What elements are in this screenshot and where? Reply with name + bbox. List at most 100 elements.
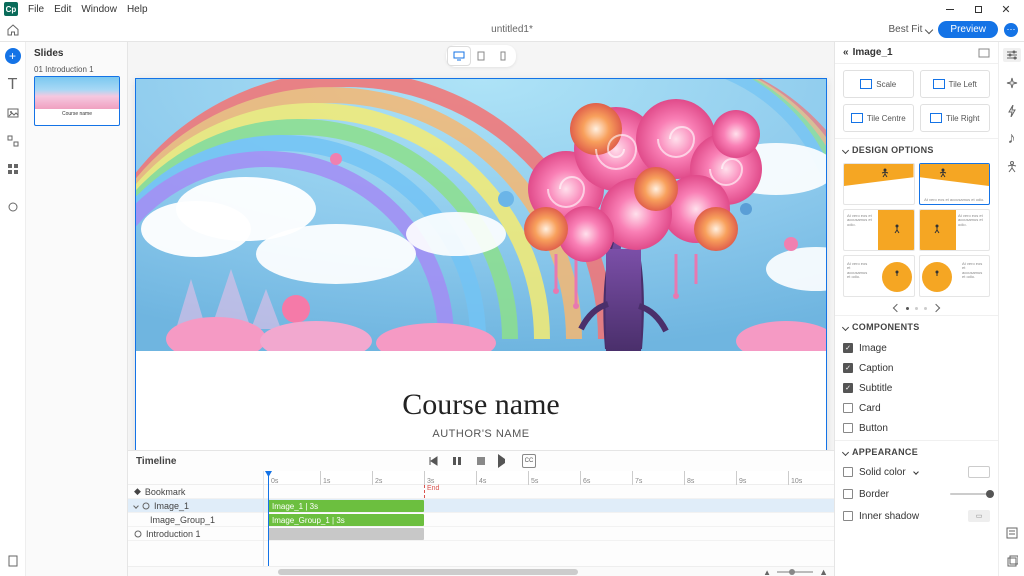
add-button[interactable]: +: [5, 48, 21, 64]
timeline-scrollbar[interactable]: ▲ ▲: [128, 566, 834, 576]
design-option[interactable]: [843, 163, 915, 205]
timeline-clip[interactable]: Image_1 | 3s: [268, 500, 424, 512]
component-toggle[interactable]: ✓Subtitle: [843, 378, 990, 398]
playhead[interactable]: [268, 471, 269, 566]
figure-icon: [932, 224, 942, 234]
component-toggle[interactable]: Card: [843, 398, 990, 418]
text-tool[interactable]: T: [6, 78, 20, 92]
mobile-view[interactable]: [492, 47, 514, 65]
replace-image-icon[interactable]: [978, 48, 990, 58]
design-option[interactable]: At vero eos et accusamus et odio.: [919, 209, 991, 251]
person-icon: [1007, 161, 1017, 173]
zoom-out-icon[interactable]: ▲: [763, 568, 771, 576]
components-header[interactable]: COMPONENTS: [835, 315, 998, 336]
figure-icon: [938, 168, 948, 178]
appearance-header[interactable]: APPEARANCE: [835, 440, 998, 461]
widgets-tool[interactable]: [6, 162, 20, 176]
accessibility-panel[interactable]: [1005, 160, 1019, 174]
menu-help[interactable]: Help: [127, 4, 148, 15]
shapes-tool[interactable]: [6, 134, 20, 148]
slides-panel: Slides 01 Introduction 1 Course name: [26, 42, 128, 576]
tile-option-right[interactable]: Tile Right: [920, 104, 991, 132]
comments-panel[interactable]: [1005, 526, 1019, 540]
figure-icon: [932, 270, 942, 280]
tablet-view[interactable]: [470, 47, 492, 65]
interactions-panel[interactable]: [1005, 104, 1019, 118]
color-swatch[interactable]: [968, 466, 990, 478]
design-pager[interactable]: [835, 301, 998, 315]
app-logo: Cp: [4, 2, 18, 16]
record-tool[interactable]: [6, 200, 20, 214]
border-row[interactable]: Border: [835, 483, 998, 505]
track-label[interactable]: Image_1: [128, 499, 263, 513]
canvas[interactable]: Course name AUTHOR'S NAME: [128, 70, 834, 450]
top-bar: untitled1* Best Fit Preview ⋯: [0, 18, 1024, 42]
pause-button[interactable]: [450, 454, 464, 468]
library-button[interactable]: [6, 554, 20, 568]
menu-edit[interactable]: Edit: [54, 4, 71, 15]
window-minimize[interactable]: [936, 0, 964, 18]
cc-button[interactable]: CC: [522, 454, 536, 468]
window-close[interactable]: ✕: [992, 0, 1020, 18]
timeline-track[interactable]: Image_Group_1 | 3s: [264, 513, 834, 527]
design-option[interactable]: At vero eos et accusamus et odio.: [919, 163, 991, 205]
track-label[interactable]: Image_Group_1: [128, 513, 263, 527]
chevron-right-icon[interactable]: [932, 304, 940, 312]
timeline-track[interactable]: Image_1 | 3s: [264, 499, 834, 513]
rewind-button[interactable]: [426, 454, 440, 468]
bookmark-track[interactable]: End: [264, 485, 834, 499]
course-title[interactable]: Course name: [402, 388, 559, 422]
device-preview-toggle: [128, 42, 834, 70]
design-options-header[interactable]: DESIGN OPTIONS: [835, 138, 998, 159]
end-marker[interactable]: End: [424, 485, 439, 498]
timeline-clip[interactable]: Image_Group_1 | 3s: [268, 514, 424, 526]
window-maximize[interactable]: [964, 0, 992, 18]
image-icon: [7, 107, 19, 119]
help-panel[interactable]: [1005, 554, 1019, 568]
tile-option-centre[interactable]: Tile Centre: [843, 104, 914, 132]
menu-window[interactable]: Window: [81, 4, 117, 15]
track-label[interactable]: Introduction 1: [128, 527, 263, 541]
slides-panel-title: Slides: [26, 42, 127, 65]
tile-option-left[interactable]: Tile Left: [920, 70, 991, 98]
component-toggle[interactable]: Button: [843, 418, 990, 438]
animation-panel[interactable]: [1005, 76, 1019, 90]
chevron-left-icon[interactable]: [893, 304, 901, 312]
slide-thumbnail-item[interactable]: 01 Introduction 1 Course name: [34, 65, 119, 126]
back-icon[interactable]: «: [843, 47, 849, 58]
slide-hero-image[interactable]: [136, 79, 826, 351]
bookmark-row[interactable]: ◆ Bookmark: [128, 485, 263, 499]
border-slider[interactable]: [950, 493, 990, 495]
timeline-track[interactable]: [264, 527, 834, 541]
checkbox-icon: [843, 403, 853, 413]
home-button[interactable]: [0, 24, 26, 36]
design-option[interactable]: At vero eos et accusamus et odio.: [919, 255, 991, 297]
slide-stage[interactable]: Course name AUTHOR'S NAME: [135, 78, 827, 450]
zoom-in-icon[interactable]: ▲: [819, 567, 828, 576]
properties-toggle[interactable]: [1003, 48, 1021, 62]
stop-button[interactable]: [474, 454, 488, 468]
timeline-clip[interactable]: [268, 528, 424, 540]
solid-color-row[interactable]: Solid color: [835, 461, 998, 483]
document-title: untitled1*: [491, 24, 533, 35]
figure-icon: [892, 270, 902, 280]
play-button[interactable]: [498, 454, 512, 468]
component-toggle[interactable]: ✓Image: [843, 338, 990, 358]
tile-option-scale[interactable]: Scale: [843, 70, 914, 98]
audio-panel[interactable]: ♪: [1005, 132, 1019, 146]
desktop-view[interactable]: [448, 47, 470, 65]
author-name[interactable]: AUTHOR'S NAME: [432, 428, 529, 440]
design-option[interactable]: At vero eos et accusamus et odio.: [843, 209, 915, 251]
design-option[interactable]: At vero eos et accusamus et odio.: [843, 255, 915, 297]
sparkle-icon: [1006, 77, 1018, 89]
media-tool[interactable]: [6, 106, 20, 120]
shadow-preset-icon[interactable]: ▭: [968, 510, 990, 522]
menu-file[interactable]: File: [28, 4, 44, 15]
inner-shadow-row[interactable]: Inner shadow▭: [835, 505, 998, 527]
timeline-title: Timeline: [136, 456, 176, 467]
preview-button[interactable]: Preview: [938, 21, 998, 38]
component-toggle[interactable]: ✓Caption: [843, 358, 990, 378]
zoom-fit-dropdown[interactable]: Best Fit: [889, 24, 933, 35]
timeline-ruler[interactable]: 0s 1s 2s 3s 4s 5s 6s 7s 8s 9s 10s: [264, 471, 834, 485]
more-options-button[interactable]: ⋯: [1004, 23, 1018, 37]
